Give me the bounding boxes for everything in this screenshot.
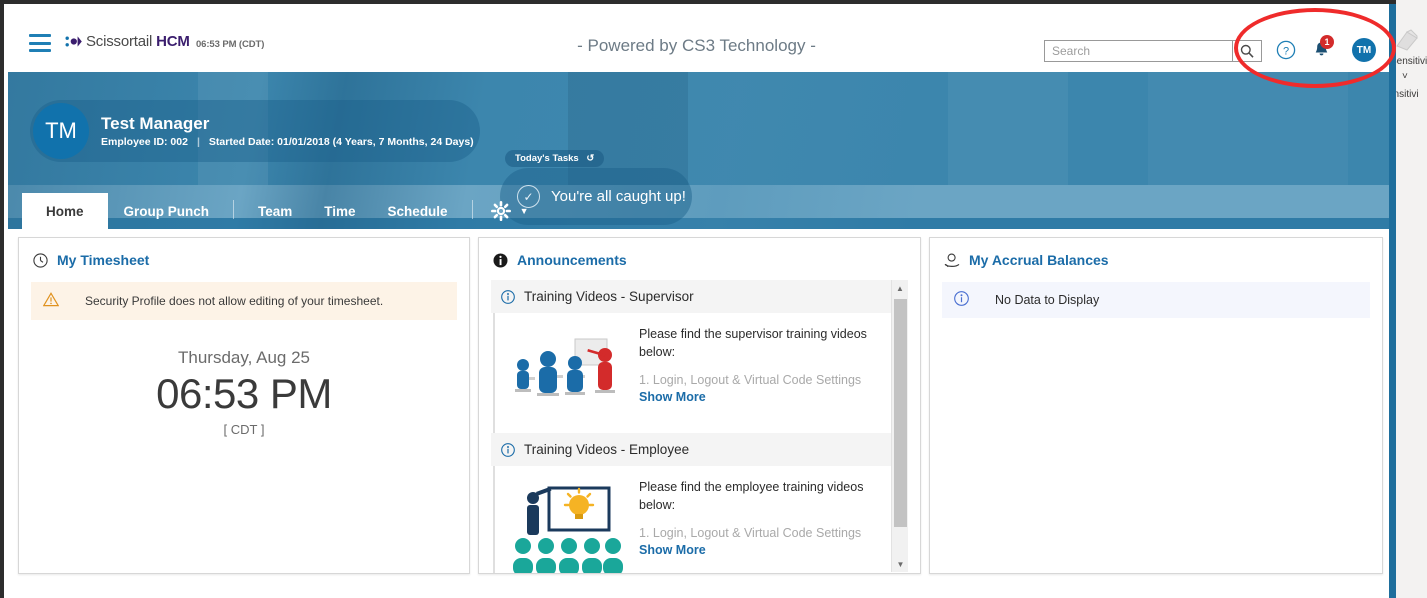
avatar[interactable]: TM <box>1352 38 1376 62</box>
gear-icon <box>490 201 511 221</box>
top-app-bar: Scissortail HCM 06:53 PM (CDT) - Powered… <box>4 18 1389 72</box>
timesheet-day: Thursday, Aug 25 <box>178 348 310 367</box>
window-top-edge <box>0 0 1396 4</box>
announcement-lead: Please find the supervisor training vide… <box>639 327 867 360</box>
sensitivity-label-icon[interactable] <box>1394 28 1420 52</box>
timesheet-time: 06:53 PM <box>156 370 332 417</box>
avatar: TM <box>33 103 89 159</box>
announcement-copy: Please find the supervisor training vide… <box>639 325 908 423</box>
card-title: Announcements <box>517 252 627 268</box>
scrollbar-thumb[interactable] <box>894 299 907 527</box>
card-header: Announcements <box>479 238 920 268</box>
employee-id: Employee ID: 002 <box>101 136 188 148</box>
search-button[interactable] <box>1232 41 1261 61</box>
clock-icon <box>33 252 48 268</box>
dashboard-content: My Timesheet Security Profile does not a… <box>8 229 1389 574</box>
search-box[interactable] <box>1044 40 1262 62</box>
search-input[interactable] <box>1045 41 1232 61</box>
card-title: My Timesheet <box>57 252 150 268</box>
notification-badge[interactable]: 1 <box>1320 35 1334 49</box>
chevron-down-icon[interactable]: ˅ <box>1402 71 1408 82</box>
timesheet-warning: Security Profile does not allow editing … <box>31 282 457 320</box>
info-circle-icon <box>501 442 515 457</box>
card-my-accrual-balances: My Accrual Balances No Data to Display <box>929 237 1383 574</box>
scroll-down-arrow[interactable]: ▼ <box>892 556 909 572</box>
nav-divider <box>233 200 235 219</box>
announcement-copy: Please find the employee training videos… <box>639 478 908 573</box>
card-title: My Accrual Balances <box>969 252 1109 268</box>
announcement-title: Training Videos - Supervisor <box>524 289 694 304</box>
announcement-title: Training Videos - Employee <box>524 442 690 457</box>
nav-tab-group-punch[interactable]: Group Punch <box>108 193 226 229</box>
warning-triangle-icon <box>42 292 60 310</box>
announcement-title-row[interactable]: Training Videos - Employee <box>491 433 908 466</box>
announcement-body: Please find the employee training videos… <box>493 466 908 573</box>
announcement-title-row[interactable]: Training Videos - Supervisor <box>491 280 908 313</box>
app-window-frame: Scissortail HCM 06:53 PM (CDT) - Powered… <box>0 0 1396 598</box>
todays-tasks-label: Today's Tasks <box>515 153 579 164</box>
refresh-icon[interactable]: ↺ <box>586 153 594 164</box>
employee-name: Test Manager <box>101 114 210 133</box>
nav-tab-schedule[interactable]: Schedule <box>372 193 464 229</box>
accruals-empty-text: No Data to Display <box>995 293 1100 307</box>
info-circle-icon <box>501 289 515 304</box>
caret-down-icon[interactable]: ▼ <box>520 206 529 216</box>
card-my-timesheet: My Timesheet Security Profile does not a… <box>18 237 470 574</box>
announcement-list[interactable]: Training Videos - Supervisor Please find… <box>491 280 908 573</box>
show-more-link[interactable]: Show More <box>639 390 902 404</box>
card-header: My Accrual Balances <box>930 238 1382 268</box>
nav-tab-team[interactable]: Team <box>242 193 308 229</box>
nav-tab-home[interactable]: Home <box>22 193 108 229</box>
accruals-empty-state: No Data to Display <box>942 282 1370 318</box>
info-bold-icon <box>493 253 508 268</box>
announcements-scrollbar[interactable]: ▲ ▼ <box>891 280 908 572</box>
employee-profile-pill[interactable]: TM Test Manager Employee ID: 002 | Start… <box>30 100 480 162</box>
meta-separator: | <box>196 136 200 148</box>
help-circle-icon[interactable]: ? <box>1276 40 1296 65</box>
presenter-lightbulb-image <box>503 478 623 573</box>
announcement-faded-line: 1. Login, Logout & Virtual Code Settings <box>639 526 862 541</box>
info-circle-icon <box>954 291 969 309</box>
main-navigation: Home Group Punch Team Time Schedule ▼ <box>8 190 1389 229</box>
started-date: Started Date: 01/01/2018 (4 Years, 7 Mon… <box>208 136 474 148</box>
list-item[interactable]: Training Videos - Supervisor Please find… <box>491 280 908 433</box>
employee-profile-text: Test Manager Employee ID: 002 | Started … <box>101 114 474 148</box>
hero-texture <box>948 72 1068 185</box>
warning-text: Security Profile does not allow editing … <box>85 294 384 308</box>
hero-texture <box>1148 72 1348 185</box>
svg-text:?: ? <box>1283 45 1289 57</box>
card-header: My Timesheet <box>19 238 469 268</box>
announcement-faded-line: 1. Login, Logout & Virtual Code Settings <box>639 373 862 388</box>
search-icon <box>1240 44 1254 58</box>
nav-settings-menu[interactable]: ▼ <box>481 193 543 229</box>
screen: Sensitivi ˅ ensitivi Scissortail HCM 06:… <box>0 0 1427 598</box>
classroom-training-image <box>503 325 623 423</box>
timesheet-timezone: [ CDT ] <box>223 422 265 437</box>
list-item[interactable]: Training Videos - Employee Please find t… <box>491 433 908 573</box>
accrual-hand-icon <box>944 253 960 268</box>
employee-meta: Employee ID: 002 | Started Date: 01/01/2… <box>101 136 474 148</box>
show-more-link[interactable]: Show More <box>639 543 902 557</box>
browser-viewport: Scissortail HCM 06:53 PM (CDT) - Powered… <box>4 4 1389 598</box>
todays-tasks-tag[interactable]: Today's Tasks ↺ <box>505 150 605 167</box>
announcement-body: Please find the supervisor training vide… <box>493 313 908 433</box>
card-announcements: Announcements Training Videos - Supervis… <box>478 237 921 574</box>
nav-tab-time[interactable]: Time <box>308 193 371 229</box>
window-left-edge <box>0 0 4 598</box>
nav-divider <box>471 200 473 219</box>
announcement-lead: Please find the employee training videos… <box>639 480 864 513</box>
scroll-up-arrow[interactable]: ▲ <box>892 280 908 296</box>
